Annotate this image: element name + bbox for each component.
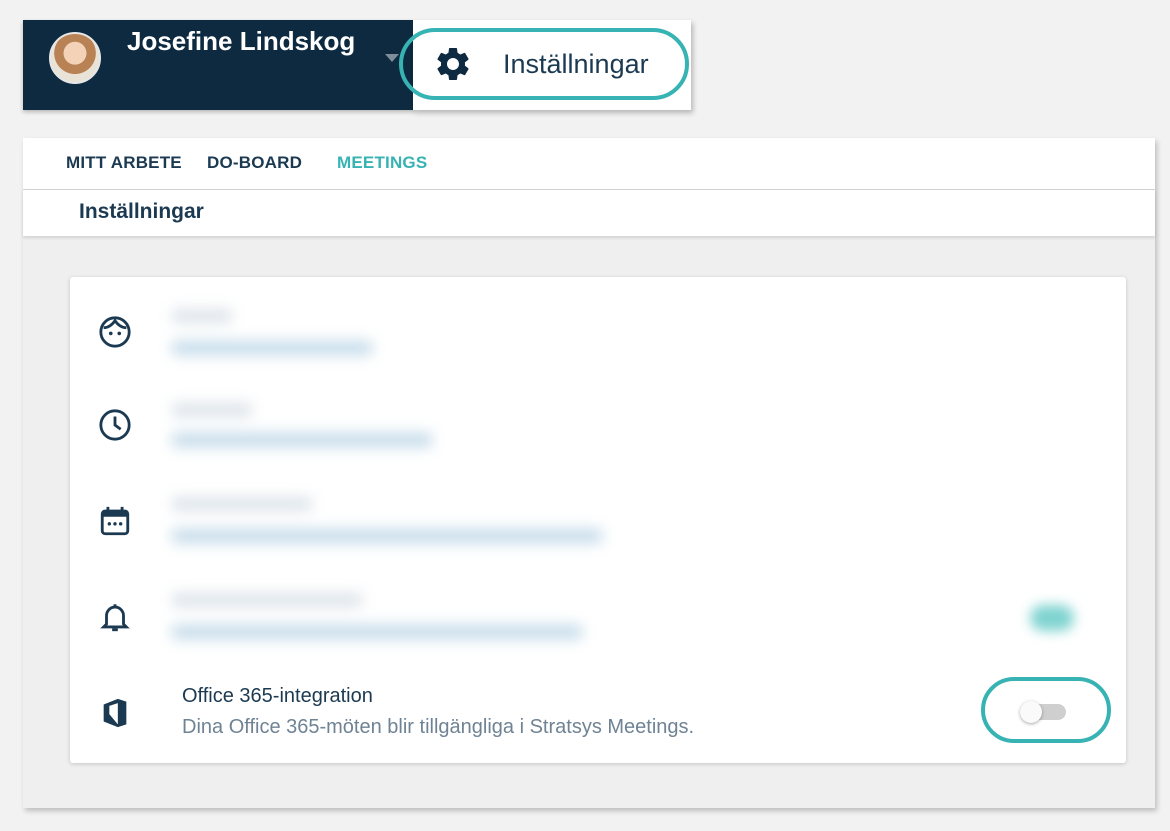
settings-menu-item[interactable]: Inställningar xyxy=(399,28,689,100)
redacted-toggle xyxy=(1030,605,1074,631)
page-title: Inställningar xyxy=(79,200,204,223)
user-dropdown-menu: Inställningar xyxy=(399,20,691,110)
bell-icon xyxy=(95,597,135,637)
tab-bar: MITT ARBETE DO-BOARD MEETINGS xyxy=(23,138,1155,190)
main-panel: MITT ARBETE DO-BOARD MEETINGS Inställnin… xyxy=(23,138,1155,808)
settings-card: Office 365-integration Dina Office 365-m… xyxy=(70,277,1126,763)
office365-description: Dina Office 365-möten blir tillgängliga … xyxy=(182,716,695,738)
office365-toggle[interactable] xyxy=(1020,701,1070,723)
user-menu-bar[interactable]: Josefine Lindskog xyxy=(23,20,415,110)
avatar xyxy=(49,32,101,84)
tab-meetings[interactable]: MEETINGS xyxy=(337,153,427,173)
redacted-settings xyxy=(172,297,612,662)
gear-icon xyxy=(437,47,469,80)
tab-do-board[interactable]: DO-BOARD xyxy=(207,153,302,173)
calendar-icon xyxy=(95,501,135,541)
tab-mitt-arbete[interactable]: MITT ARBETE xyxy=(66,153,182,173)
face-icon xyxy=(95,312,135,352)
office-icon xyxy=(95,693,135,733)
user-name: Josefine Lindskog xyxy=(127,26,356,56)
office365-title: Office 365-integration xyxy=(182,685,373,707)
settings-menu-label: Inställningar xyxy=(503,48,649,79)
chevron-down-icon[interactable] xyxy=(385,54,399,62)
toggle-knob xyxy=(1020,701,1042,723)
page-header: Inställningar xyxy=(23,190,1155,236)
clock-icon xyxy=(95,405,135,445)
